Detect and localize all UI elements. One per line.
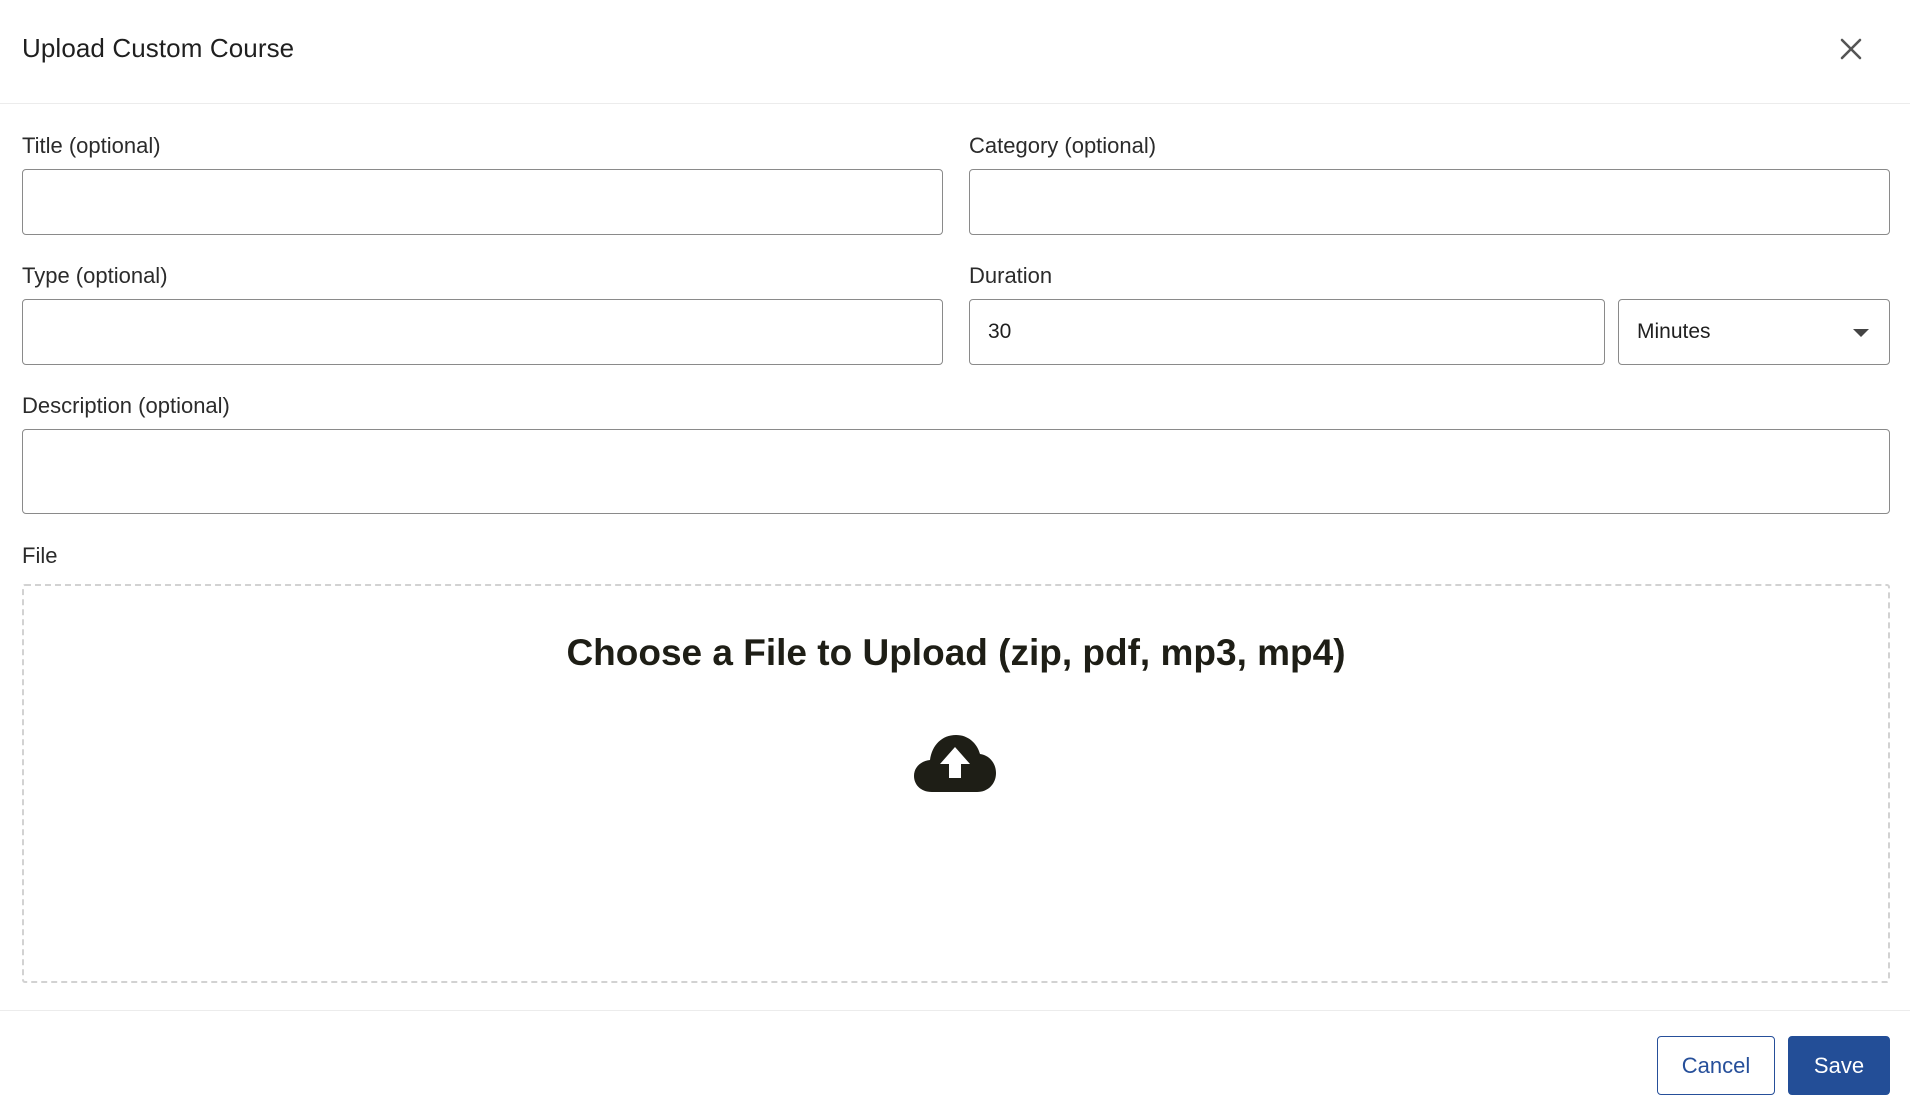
type-input[interactable] (22, 299, 943, 365)
dialog-title: Upload Custom Course (22, 33, 295, 63)
file-label: File (22, 543, 58, 568)
duration-label: Duration (969, 263, 1053, 288)
upload-course-dialog: Upload Custom Course Title (optional) Ca… (0, 0, 1910, 1110)
description-input[interactable] (22, 429, 1890, 514)
duration-unit-value: Minutes (1637, 320, 1711, 343)
category-label: Category (optional) (969, 133, 1157, 158)
description-label: Description (optional) (22, 393, 230, 418)
type-label: Type (optional) (22, 263, 168, 288)
cancel-button[interactable]: Cancel (1657, 1036, 1775, 1095)
title-input[interactable] (22, 169, 943, 235)
title-label: Title (optional) (22, 133, 161, 158)
dialog-footer (0, 1010, 1910, 1110)
file-dropzone[interactable]: Choose a File to Upload (zip, pdf, mp3, … (22, 584, 1890, 983)
category-input[interactable] (969, 169, 1890, 235)
save-button[interactable]: Save (1788, 1036, 1890, 1095)
duration-unit-select[interactable]: Minutes (1618, 299, 1890, 365)
duration-input[interactable] (969, 299, 1605, 365)
chevron-down-icon (1853, 329, 1869, 337)
dropzone-text: Choose a File to Upload (zip, pdf, mp3, … (566, 632, 1346, 673)
dialog-header: Upload Custom Course (0, 0, 1910, 104)
cloud-upload-icon[interactable] (914, 732, 996, 794)
close-icon[interactable] (1832, 30, 1870, 68)
